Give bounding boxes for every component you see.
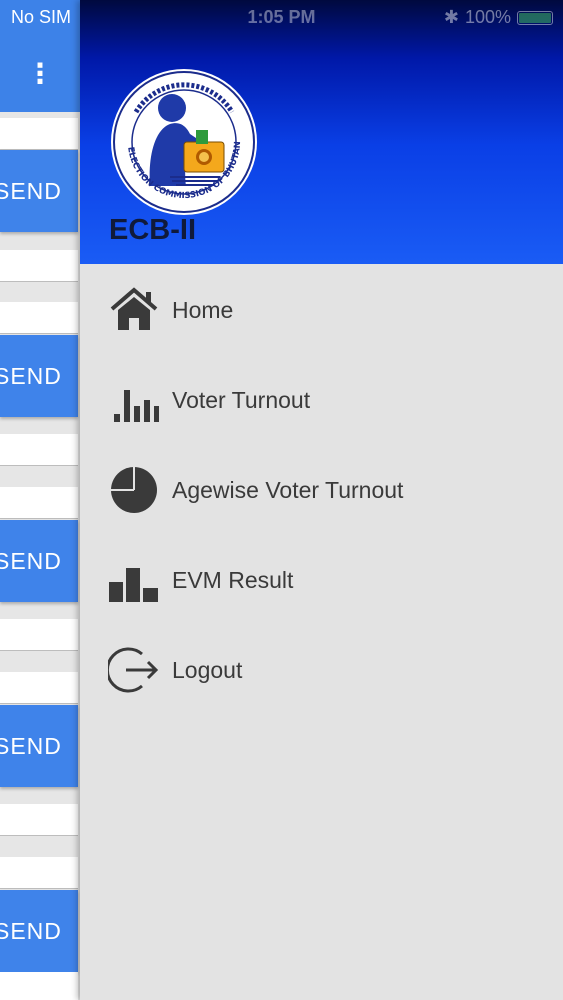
background-app: ⋮ SEND SEND SEND SEND SEND bbox=[0, 0, 80, 1000]
menu-item-home[interactable]: Home bbox=[80, 264, 563, 354]
send-button[interactable]: SEND bbox=[0, 335, 78, 417]
status-right: ✱ 100% bbox=[444, 7, 553, 28]
menu-item-logout[interactable]: Logout bbox=[80, 624, 563, 714]
background-input-field[interactable] bbox=[0, 857, 78, 889]
menu-item-voter-turnout[interactable]: Voter Turnout bbox=[80, 354, 563, 444]
menu-item-label: Voter Turnout bbox=[172, 387, 311, 413]
home-icon bbox=[110, 287, 158, 330]
background-input-field[interactable] bbox=[0, 118, 78, 150]
bluetooth-icon: ✱ bbox=[443, 7, 459, 27]
bar-chart-icon bbox=[114, 390, 159, 422]
blocks-chart-icon bbox=[109, 568, 158, 602]
background-input-field[interactable] bbox=[0, 434, 78, 466]
more-options-icon[interactable]: ⋮ bbox=[26, 56, 54, 92]
background-input-field[interactable] bbox=[0, 672, 78, 704]
background-input-field[interactable] bbox=[0, 487, 78, 519]
background-input-field[interactable] bbox=[0, 619, 78, 651]
logout-icon bbox=[108, 647, 159, 693]
menu-item-label: Logout bbox=[172, 657, 243, 683]
background-input-field[interactable] bbox=[0, 250, 78, 282]
navigation-drawer: ELECTION COMMISSION OF BHUTAN ECB-II Hom… bbox=[80, 0, 563, 1000]
pie-chart-icon bbox=[111, 467, 157, 513]
battery-icon bbox=[517, 10, 553, 25]
election-commission-logo: ELECTION COMMISSION OF BHUTAN bbox=[111, 69, 257, 215]
menu-item-label: EVM Result bbox=[172, 567, 294, 593]
send-button[interactable]: SEND bbox=[0, 150, 78, 232]
menu-item-evm-result[interactable]: EVM Result bbox=[80, 534, 563, 624]
battery-percent: 100% bbox=[464, 7, 511, 27]
drawer-header: ELECTION COMMISSION OF BHUTAN ECB-II bbox=[80, 0, 563, 264]
background-input-field[interactable] bbox=[0, 804, 78, 836]
status-bar: No SIM 1:05 PM ✱ 100% bbox=[0, 0, 563, 34]
background-input-field[interactable] bbox=[0, 302, 78, 334]
menu-item-agewise-voter-turnout[interactable]: Agewise Voter Turnout bbox=[80, 444, 563, 534]
menu-item-label: Agewise Voter Turnout bbox=[172, 477, 404, 503]
background-input-field[interactable] bbox=[0, 972, 78, 1000]
send-button[interactable]: SEND bbox=[0, 705, 78, 787]
send-button[interactable]: SEND bbox=[0, 520, 78, 602]
menu-item-label: Home bbox=[172, 297, 234, 323]
send-button[interactable]: SEND bbox=[0, 890, 78, 972]
drawer-title: ECB-II bbox=[109, 214, 196, 246]
